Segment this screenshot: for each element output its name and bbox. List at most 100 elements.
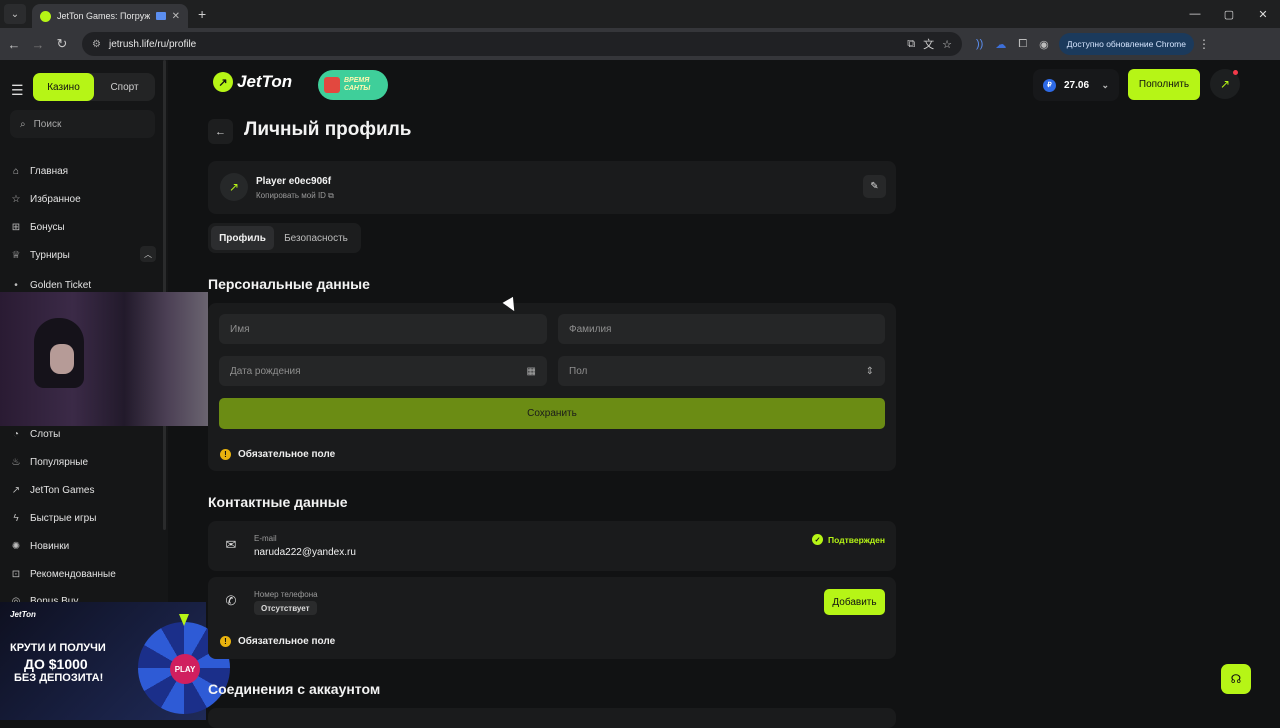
- translate-icon[interactable]: 文: [923, 36, 934, 52]
- user-avatar[interactable]: ↗: [1210, 69, 1240, 99]
- connections-card: [208, 708, 896, 728]
- streamer-face: [50, 344, 74, 374]
- extension-cloud-icon[interactable]: ☁: [995, 38, 1006, 51]
- copy-id-label: Копировать мой ID: [256, 191, 326, 200]
- sidebar-item-new[interactable]: ✺ Новинки: [10, 538, 69, 554]
- search-placeholder: Поиск: [33, 118, 62, 130]
- required-note: ! Обязательное поле: [220, 636, 335, 647]
- extensions-puzzle-icon[interactable]: ⧠: [1018, 38, 1027, 51]
- install-app-icon[interactable]: ⧉: [907, 38, 915, 51]
- sidebar-item-favorites[interactable]: ☆ Избранное: [10, 191, 81, 207]
- audio-icon[interactable]: [155, 12, 166, 20]
- sidebar-item-label: Быстрые игры: [30, 512, 97, 524]
- promo-wheel-banner[interactable]: JetTon КРУТИ И ПОЛУЧИ ДО $1000 БЕЗ ДЕПОЗ…: [0, 602, 230, 720]
- tab-search-button[interactable]: ⌄: [4, 4, 26, 24]
- back-button[interactable]: ←: [208, 119, 233, 144]
- tab-casino[interactable]: Казино: [33, 73, 94, 101]
- warning-icon: !: [220, 449, 231, 460]
- tab-profile[interactable]: Профиль: [211, 226, 274, 250]
- hamburger-menu-icon[interactable]: ☰: [11, 82, 24, 99]
- santa-badge-text: ВРЕМЯ САНТЫ: [344, 77, 370, 93]
- warning-icon: !: [220, 636, 231, 647]
- browser-toolbar: ← → ↻ ⚙ jetrush.life/ru/profile ⧉ 文 ☆ ))…: [0, 28, 1280, 60]
- santa-time-badge[interactable]: ВРЕМЯ САНТЫ: [318, 70, 388, 100]
- browser-tab[interactable]: JetTon Games: Погружени ✕: [32, 4, 188, 28]
- bookmark-star-icon[interactable]: ☆: [942, 38, 952, 51]
- phone-card: ✆ Номер телефона Отсутствует Добавить ! …: [208, 577, 896, 659]
- copy-icon: ⧉: [328, 191, 334, 200]
- check-icon: ✓: [812, 534, 824, 545]
- verified-text: Подтвержден: [828, 534, 885, 545]
- sidebar-item-tournaments[interactable]: ♕ Турниры: [10, 247, 70, 263]
- required-note-text: Обязательное поле: [238, 449, 336, 460]
- forward-arrow-icon[interactable]: →: [26, 37, 50, 52]
- close-tab-icon[interactable]: ✕: [172, 11, 180, 22]
- last-name-placeholder: Фамилия: [569, 323, 612, 335]
- brand-name: JetTon: [237, 72, 293, 91]
- browser-menu-icon[interactable]: ⋮: [1198, 37, 1210, 51]
- connections-section-title: Соединения с аккаунтом: [208, 681, 381, 697]
- personal-data-card: Имя Фамилия Дата рождения ▦ Пол ⇕ Сохран…: [208, 303, 896, 471]
- back-arrow-icon[interactable]: ←: [2, 37, 26, 52]
- chrome-update-button[interactable]: Доступно обновление Chrome: [1058, 33, 1194, 55]
- reload-icon[interactable]: ↻: [50, 36, 74, 52]
- casino-sport-switch: Казино Спорт: [33, 73, 155, 101]
- edit-profile-button[interactable]: ✎: [863, 175, 886, 198]
- mail-icon: ✉: [225, 537, 237, 552]
- sidebar-item-home[interactable]: ⌂ Главная: [10, 163, 68, 179]
- maximize-icon[interactable]: ▢: [1212, 0, 1246, 28]
- save-button[interactable]: Сохранить: [219, 398, 885, 429]
- tab-sport[interactable]: Спорт: [94, 73, 155, 101]
- last-name-field[interactable]: Фамилия: [558, 314, 885, 344]
- address-field[interactable]: ⚙ jetrush.life/ru/profile ⧉ 文 ☆: [82, 32, 962, 56]
- first-name-field[interactable]: Имя: [219, 314, 547, 344]
- site-info-icon[interactable]: ⚙: [92, 39, 101, 50]
- chevron-up-icon[interactable]: ︿: [140, 246, 156, 262]
- close-window-icon[interactable]: ✕: [1246, 0, 1280, 28]
- play-button[interactable]: PLAY: [170, 654, 200, 684]
- sidebar-item-label: Турниры: [30, 249, 70, 261]
- notification-dot: [1233, 70, 1238, 75]
- sidebar-item-fast-games[interactable]: ϟ Быстрые игры: [10, 510, 96, 526]
- sidebar-item-slots[interactable]: ◔ Слоты: [10, 426, 60, 442]
- update-label: Доступно обновление Chrome: [1066, 39, 1186, 49]
- minimize-icon[interactable]: —: [1178, 0, 1212, 28]
- sidebar-item-jetton-games[interactable]: ↗ JetTon Games: [10, 482, 95, 498]
- add-phone-button[interactable]: Добавить: [824, 589, 885, 615]
- copy-id-link[interactable]: Копировать мой ID ⧉: [256, 191, 334, 201]
- brand-logo[interactable]: ↗ JetTon: [213, 72, 292, 92]
- sidebar-item-label: Избранное: [30, 193, 81, 205]
- sidebar-item-label: Бонусы: [30, 221, 65, 233]
- new-tab-icon[interactable]: +: [198, 6, 206, 22]
- sidebar-item-popular[interactable]: ♨ Популярные: [10, 454, 89, 470]
- badge-line-2: САНТЫ: [344, 85, 371, 92]
- promo-line-1: КРУТИ И ПОЛУЧИ: [10, 642, 106, 654]
- first-name-placeholder: Имя: [230, 323, 250, 335]
- sidebar-item-bonuses[interactable]: ⊞ Бонусы: [10, 219, 65, 235]
- new-icon: ✺: [11, 540, 21, 552]
- balance-selector[interactable]: ₽ 27.06 ⌄: [1033, 69, 1119, 101]
- birth-date-field[interactable]: Дата рождения ▦: [219, 356, 547, 386]
- promo-line-2: ДО $1000: [24, 656, 88, 672]
- phone-label: Номер телефона: [254, 590, 318, 599]
- topup-button[interactable]: Пополнить: [1128, 69, 1200, 100]
- sidebar-item-label: Golden Ticket: [30, 279, 92, 291]
- contacts-section-title: Контактные данные: [208, 494, 348, 510]
- extension-wave-icon[interactable]: )): [976, 38, 983, 50]
- webcam-overlay: [0, 292, 208, 426]
- badge-line-1: ВРЕМЯ: [344, 77, 370, 84]
- tab-security[interactable]: Безопасность: [274, 226, 358, 250]
- extensions-area: )) ☁ ⧠ ◉: [976, 38, 1049, 51]
- chevron-down-icon: ⌄: [1101, 79, 1109, 90]
- profile-icon[interactable]: ◉: [1039, 38, 1049, 51]
- sidebar-item-golden-ticket[interactable]: • Golden Ticket: [10, 277, 91, 293]
- promo-logo: JetTon: [10, 610, 36, 619]
- jetton-logo-icon: ↗: [213, 72, 233, 92]
- sidebar-item-recommended[interactable]: ⊡ Рекомендованные: [10, 566, 116, 582]
- search-input[interactable]: ⌕ Поиск: [10, 110, 155, 138]
- calendar-icon[interactable]: ▦: [527, 366, 536, 377]
- gift-icon: [324, 77, 340, 93]
- support-button[interactable]: ☊: [1221, 664, 1251, 694]
- gender-select[interactable]: Пол ⇕: [558, 356, 885, 386]
- sidebar-item-label: Новинки: [30, 540, 70, 552]
